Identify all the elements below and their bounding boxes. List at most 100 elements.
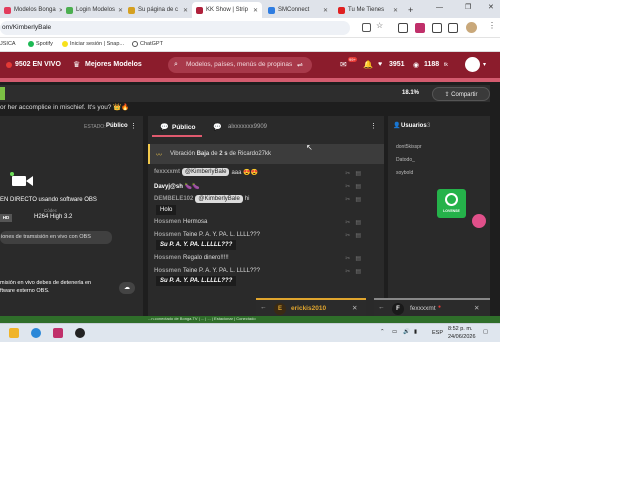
message-actions-icon[interactable]: ✂▤ bbox=[345, 255, 366, 262]
file-explorer-icon[interactable] bbox=[9, 328, 19, 338]
message-actions-icon[interactable]: ✂▤ bbox=[345, 196, 366, 203]
trophy-icon: ♛ bbox=[73, 60, 81, 69]
tab-modelos-bonga[interactable]: Modelos Bonga ✕ bbox=[0, 2, 62, 18]
tab-kk-show[interactable]: KK Show | Strip ✕ bbox=[192, 2, 262, 18]
profile-avatar-icon[interactable] bbox=[466, 22, 477, 33]
clock-time[interactable]: 8:52 p. m. bbox=[448, 326, 472, 332]
close-icon[interactable]: ✕ bbox=[393, 7, 398, 14]
message-actions-icon[interactable]: ✂▤ bbox=[345, 232, 366, 239]
tab-private[interactable]: alxxxxxxx9909 bbox=[228, 124, 267, 130]
tokens-count[interactable]: 1188 bbox=[424, 61, 439, 68]
cloud-icon[interactable]: ☁ bbox=[119, 282, 135, 294]
tab-smconnect[interactable]: SMConnect ✕ bbox=[264, 2, 332, 18]
network-icon[interactable]: ▭ bbox=[392, 329, 397, 335]
lovense-toy-icon[interactable] bbox=[472, 214, 486, 228]
url-field[interactable]: om/KimberlyBale bbox=[0, 21, 350, 35]
close-icon[interactable]: ✕ bbox=[474, 304, 479, 312]
extension-app-icon[interactable] bbox=[415, 23, 425, 33]
edge-icon[interactable] bbox=[31, 328, 41, 338]
message-actions-icon[interactable]: ✂▤ bbox=[345, 219, 366, 226]
codec-value: H264 High 3.2 bbox=[34, 214, 73, 220]
dm-username[interactable]: fexxxxmt bbox=[410, 305, 436, 312]
user-avatar[interactable] bbox=[465, 57, 480, 72]
bookmark-snapchat[interactable]: Iniciar sesión | Snap... bbox=[62, 41, 124, 47]
arrow-left-icon[interactable]: ← bbox=[378, 304, 385, 311]
tab-label: SMConnect bbox=[278, 7, 310, 13]
star-icon[interactable]: ☆ bbox=[376, 21, 383, 30]
chat-mention[interactable]: @KimberlyBale bbox=[195, 195, 243, 203]
dm-username[interactable]: erickis2010 bbox=[291, 305, 326, 312]
tab-tu-me-tienes[interactable]: Tu Me Tienes ✕ bbox=[334, 2, 402, 18]
bookmark-spotify[interactable]: Spotify bbox=[28, 41, 53, 47]
best-models-link[interactable]: Mejores Modelos bbox=[85, 61, 142, 68]
messages-icon[interactable]: ✉ bbox=[340, 60, 347, 69]
menu-dots-icon[interactable]: ⋮ bbox=[130, 122, 137, 130]
battery-icon[interactable]: ▮ bbox=[414, 329, 417, 335]
heart-icon: ♥ bbox=[378, 61, 383, 68]
arrow-left-icon[interactable]: ← bbox=[260, 304, 267, 311]
chat-mention[interactable]: @KimberlyBale bbox=[182, 168, 230, 176]
chevron-down-icon[interactable]: ▾ bbox=[483, 61, 486, 68]
chat-username[interactable]: Hossmen bbox=[154, 232, 181, 238]
install-app-icon[interactable] bbox=[362, 23, 371, 32]
new-tab-button[interactable]: + bbox=[404, 2, 418, 18]
bookmark-label: Spotify bbox=[36, 41, 53, 47]
message-actions-icon[interactable]: ✂▤ bbox=[345, 183, 366, 190]
tab-su-pagina[interactable]: Su página de c ✕ bbox=[124, 2, 192, 18]
chat-username[interactable]: DEMBELE102 bbox=[154, 196, 193, 202]
tab-login-modelos[interactable]: Login Modelos ✕ bbox=[62, 2, 124, 18]
dm-bar-fexxxxmt[interactable]: ← F fexxxxmt ● ✕ bbox=[374, 298, 490, 316]
obs-icon[interactable] bbox=[75, 328, 85, 338]
chat-username[interactable]: Hossmen bbox=[154, 268, 181, 274]
snapchat-icon bbox=[62, 41, 68, 47]
message-actions-icon[interactable]: ✂▤ bbox=[345, 170, 366, 177]
chat-username[interactable]: fexxxxmt bbox=[154, 169, 180, 175]
user-item[interactable]: dont5kisspr bbox=[396, 144, 422, 150]
message-actions-icon[interactable]: ✂▤ bbox=[345, 268, 366, 275]
notifications-icon[interactable]: ▢ bbox=[483, 329, 488, 335]
bell-icon[interactable]: 🔔 bbox=[363, 60, 373, 69]
clock-date[interactable]: 24/06/2026 bbox=[448, 334, 476, 340]
chat-message: DEMBELE102 @KimberlyBale hi bbox=[154, 195, 249, 203]
estado-value[interactable]: Público bbox=[106, 123, 128, 129]
chat-username[interactable]: Hossmen bbox=[154, 219, 181, 225]
minimize-icon[interactable]: — bbox=[436, 4, 443, 11]
chat-message: Hossmen Teine P. A. Y. PA. L. LLLL??? bbox=[154, 268, 260, 274]
obs-instructions-button[interactable]: iones de tramsisión en vivo con OBS bbox=[0, 231, 112, 244]
tab-favicon bbox=[66, 6, 73, 14]
bookmark-label: ChatGPT bbox=[140, 41, 163, 47]
close-icon[interactable]: ✕ bbox=[352, 304, 357, 312]
user-item[interactable]: soybold bbox=[396, 170, 413, 176]
share-button[interactable]: ⇪ Compartir bbox=[432, 87, 490, 101]
chat-reply-bubble: Su P. A. Y. PA. L.LLLL??? bbox=[156, 276, 237, 286]
close-icon[interactable]: ✕ bbox=[323, 7, 328, 14]
chat-username[interactable]: Hossmen bbox=[154, 255, 181, 261]
goal-percent: 18.1% bbox=[402, 90, 420, 96]
maximize-icon[interactable]: ❐ bbox=[465, 3, 471, 11]
search-input[interactable]: Modelos, países, menús de propinas bbox=[168, 57, 312, 73]
language-indicator[interactable]: ESP bbox=[432, 330, 443, 336]
dm-bar-erickis[interactable]: ← E erickis2010 ✕ bbox=[256, 298, 366, 316]
menu-dots-icon[interactable]: ⋮ bbox=[488, 21, 496, 30]
lovense-widget[interactable]: LOVENSE bbox=[437, 189, 466, 218]
user-item[interactable]: Datodo_ bbox=[396, 157, 415, 163]
chat-username[interactable]: Davyj@sh bbox=[154, 184, 183, 190]
bookmark-chatgpt[interactable]: ChatGPT bbox=[132, 41, 163, 47]
live-count[interactable]: 9502 EN VIVO bbox=[15, 61, 61, 68]
menu-dots-icon[interactable]: ⋮ bbox=[370, 122, 377, 130]
extensions-puzzle-icon[interactable] bbox=[432, 23, 442, 33]
close-icon[interactable]: ✕ bbox=[118, 7, 123, 14]
tab-favicon bbox=[268, 6, 275, 14]
volume-icon[interactable]: 🔊 bbox=[403, 329, 410, 335]
close-icon[interactable]: ✕ bbox=[183, 7, 188, 14]
extension-icon[interactable] bbox=[398, 23, 408, 33]
sidebar-icon[interactable] bbox=[448, 23, 458, 33]
filter-icon[interactable]: ⇌ bbox=[297, 61, 303, 69]
chevron-up-icon[interactable]: ⌃ bbox=[380, 329, 385, 335]
close-icon[interactable]: ✕ bbox=[253, 7, 258, 14]
window-close-icon[interactable]: ✕ bbox=[488, 3, 494, 11]
chat-text: hi bbox=[244, 196, 250, 202]
app-icon[interactable] bbox=[53, 328, 63, 338]
bookmark-jsica[interactable]: JSICA bbox=[0, 41, 16, 47]
tab-public[interactable]: Público bbox=[172, 124, 195, 131]
